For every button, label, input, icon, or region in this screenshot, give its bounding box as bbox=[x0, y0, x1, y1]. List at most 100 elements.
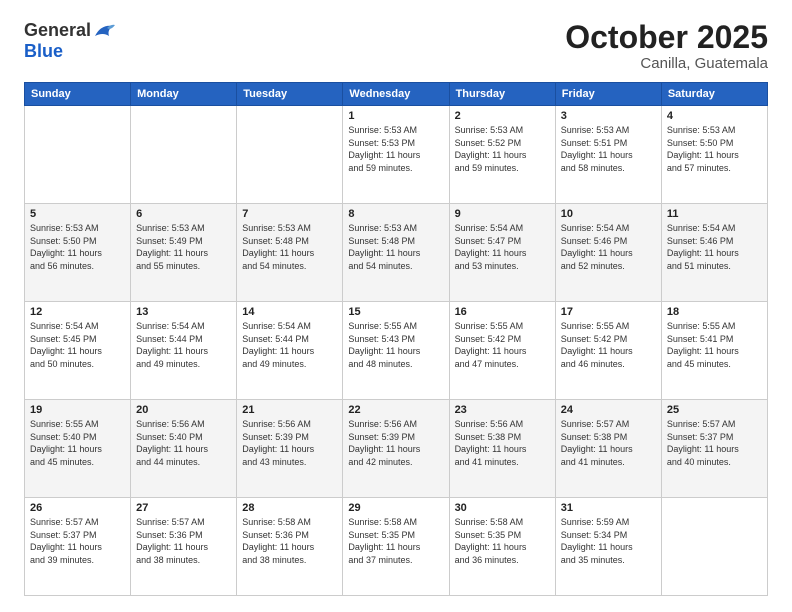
calendar-cell: 12 Sunrise: 5:54 AM Sunset: 5:45 PM Dayli… bbox=[25, 302, 131, 400]
day-number: 1 bbox=[348, 110, 443, 122]
calendar-table: Sunday Monday Tuesday Wednesday Thursday… bbox=[24, 82, 768, 596]
month-title: October 2025 bbox=[565, 20, 768, 55]
calendar-cell: 30Sunrise: 5:58 AM Sunset: 5:35 PM Dayli… bbox=[449, 498, 555, 596]
day-info: Sunrise: 5:54 AM Sunset: 5:44 PM Dayligh… bbox=[242, 320, 337, 370]
day-info: Sunrise: 5:56 AM Sunset: 5:40 PM Dayligh… bbox=[136, 418, 231, 468]
day-number: 12 bbox=[30, 306, 125, 318]
calendar-cell bbox=[25, 106, 131, 204]
day-number: 11 bbox=[667, 208, 762, 220]
day-number: 3 bbox=[561, 110, 656, 122]
calendar-cell: 11Sunrise: 5:54 AM Sunset: 5:46 PM Dayli… bbox=[661, 204, 767, 302]
day-number: 30 bbox=[455, 502, 550, 514]
calendar-cell: 2 Sunrise: 5:53 AM Sunset: 5:52 PM Daylig… bbox=[449, 106, 555, 204]
day-number: 5 bbox=[30, 208, 125, 220]
calendar-cell: 16 Sunrise: 5:55 AM Sunset: 5:42 PM Dayli… bbox=[449, 302, 555, 400]
header-monday: Monday bbox=[131, 83, 237, 106]
day-info: Sunrise: 5:53 AM Sunset: 5:51 PM Dayligh… bbox=[561, 124, 656, 174]
day-number: 27 bbox=[136, 502, 231, 514]
day-info: Sunrise: 5:56 AM Sunset: 5:38 PM Dayligh… bbox=[455, 418, 550, 468]
page: General Blue October 2025 Canilla, Guate… bbox=[0, 0, 792, 612]
calendar-cell: 20 Sunrise: 5:56 AM Sunset: 5:40 PM Dayli… bbox=[131, 400, 237, 498]
header-sunday: Sunday bbox=[25, 83, 131, 106]
day-info: Sunrise: 5:53 AM Sunset: 5:48 PM Dayligh… bbox=[242, 222, 337, 272]
day-number: 29 bbox=[348, 502, 443, 514]
day-info: Sunrise: 5:59 AM Sunset: 5:34 PM Dayligh… bbox=[561, 516, 656, 566]
calendar-week-row: 5 Sunrise: 5:53 AM Sunset: 5:50 PM Daylig… bbox=[25, 204, 768, 302]
day-number: 9 bbox=[455, 208, 550, 220]
day-number: 2 bbox=[455, 110, 550, 122]
calendar-cell: 23 Sunrise: 5:56 AM Sunset: 5:38 PM Dayli… bbox=[449, 400, 555, 498]
day-number: 18 bbox=[667, 306, 762, 318]
calendar-cell: 22 Sunrise: 5:56 AM Sunset: 5:39 PM Dayli… bbox=[343, 400, 449, 498]
header-tuesday: Tuesday bbox=[237, 83, 343, 106]
day-number: 25 bbox=[667, 404, 762, 416]
day-number: 17 bbox=[561, 306, 656, 318]
day-info: Sunrise: 5:56 AM Sunset: 5:39 PM Dayligh… bbox=[348, 418, 443, 468]
calendar-cell: 21 Sunrise: 5:56 AM Sunset: 5:39 PM Dayli… bbox=[237, 400, 343, 498]
header: General Blue October 2025 Canilla, Guate… bbox=[24, 20, 768, 72]
day-info: Sunrise: 5:53 AM Sunset: 5:49 PM Dayligh… bbox=[136, 222, 231, 272]
day-info: Sunrise: 5:57 AM Sunset: 5:37 PM Dayligh… bbox=[30, 516, 125, 566]
day-info: Sunrise: 5:54 AM Sunset: 5:47 PM Dayligh… bbox=[455, 222, 550, 272]
calendar-cell: 8 Sunrise: 5:53 AM Sunset: 5:48 PM Daylig… bbox=[343, 204, 449, 302]
day-info: Sunrise: 5:57 AM Sunset: 5:37 PM Dayligh… bbox=[667, 418, 762, 468]
day-number: 13 bbox=[136, 306, 231, 318]
day-number: 15 bbox=[348, 306, 443, 318]
day-info: Sunrise: 5:54 AM Sunset: 5:44 PM Dayligh… bbox=[136, 320, 231, 370]
day-number: 22 bbox=[348, 404, 443, 416]
day-info: Sunrise: 5:53 AM Sunset: 5:53 PM Dayligh… bbox=[348, 124, 443, 174]
day-number: 7 bbox=[242, 208, 337, 220]
calendar-cell bbox=[661, 498, 767, 596]
day-number: 26 bbox=[30, 502, 125, 514]
calendar-cell: 3 Sunrise: 5:53 AM Sunset: 5:51 PM Daylig… bbox=[555, 106, 661, 204]
calendar-cell bbox=[131, 106, 237, 204]
day-info: Sunrise: 5:54 AM Sunset: 5:45 PM Dayligh… bbox=[30, 320, 125, 370]
day-number: 24 bbox=[561, 404, 656, 416]
day-info: Sunrise: 5:57 AM Sunset: 5:38 PM Dayligh… bbox=[561, 418, 656, 468]
day-info: Sunrise: 5:55 AM Sunset: 5:41 PM Dayligh… bbox=[667, 320, 762, 370]
day-number: 21 bbox=[242, 404, 337, 416]
day-info: Sunrise: 5:55 AM Sunset: 5:42 PM Dayligh… bbox=[561, 320, 656, 370]
calendar-cell: 26 Sunrise: 5:57 AM Sunset: 5:37 PM Dayli… bbox=[25, 498, 131, 596]
calendar-week-row: 12 Sunrise: 5:54 AM Sunset: 5:45 PM Dayli… bbox=[25, 302, 768, 400]
header-saturday: Saturday bbox=[661, 83, 767, 106]
header-thursday: Thursday bbox=[449, 83, 555, 106]
calendar-cell bbox=[237, 106, 343, 204]
day-info: Sunrise: 5:53 AM Sunset: 5:48 PM Dayligh… bbox=[348, 222, 443, 272]
day-info: Sunrise: 5:58 AM Sunset: 5:35 PM Dayligh… bbox=[348, 516, 443, 566]
calendar-cell: 28Sunrise: 5:58 AM Sunset: 5:36 PM Dayli… bbox=[237, 498, 343, 596]
day-number: 16 bbox=[455, 306, 550, 318]
day-number: 20 bbox=[136, 404, 231, 416]
day-number: 10 bbox=[561, 208, 656, 220]
calendar-cell: 25 Sunrise: 5:57 AM Sunset: 5:37 PM Dayli… bbox=[661, 400, 767, 498]
calendar-cell: 24 Sunrise: 5:57 AM Sunset: 5:38 PM Dayli… bbox=[555, 400, 661, 498]
day-number: 19 bbox=[30, 404, 125, 416]
logo-blue-text: Blue bbox=[24, 41, 63, 62]
header-wednesday: Wednesday bbox=[343, 83, 449, 106]
logo: General Blue bbox=[24, 20, 115, 62]
calendar-cell: 27Sunrise: 5:57 AM Sunset: 5:36 PM Dayli… bbox=[131, 498, 237, 596]
day-info: Sunrise: 5:56 AM Sunset: 5:39 PM Dayligh… bbox=[242, 418, 337, 468]
calendar-cell: 13 Sunrise: 5:54 AM Sunset: 5:44 PM Dayli… bbox=[131, 302, 237, 400]
day-info: Sunrise: 5:55 AM Sunset: 5:42 PM Dayligh… bbox=[455, 320, 550, 370]
day-number: 31 bbox=[561, 502, 656, 514]
day-info: Sunrise: 5:55 AM Sunset: 5:43 PM Dayligh… bbox=[348, 320, 443, 370]
header-friday: Friday bbox=[555, 83, 661, 106]
day-number: 23 bbox=[455, 404, 550, 416]
day-info: Sunrise: 5:54 AM Sunset: 5:46 PM Dayligh… bbox=[561, 222, 656, 272]
day-info: Sunrise: 5:53 AM Sunset: 5:52 PM Dayligh… bbox=[455, 124, 550, 174]
day-info: Sunrise: 5:53 AM Sunset: 5:50 PM Dayligh… bbox=[30, 222, 125, 272]
calendar-cell: 14 Sunrise: 5:54 AM Sunset: 5:44 PM Dayli… bbox=[237, 302, 343, 400]
day-number: 14 bbox=[242, 306, 337, 318]
calendar-cell: 1 Sunrise: 5:53 AM Sunset: 5:53 PM Daylig… bbox=[343, 106, 449, 204]
calendar-cell: 6 Sunrise: 5:53 AM Sunset: 5:49 PM Daylig… bbox=[131, 204, 237, 302]
day-number: 6 bbox=[136, 208, 231, 220]
calendar-week-row: 1 Sunrise: 5:53 AM Sunset: 5:53 PM Daylig… bbox=[25, 106, 768, 204]
location-subtitle: Canilla, Guatemala bbox=[565, 55, 768, 72]
day-number: 8 bbox=[348, 208, 443, 220]
day-info: Sunrise: 5:58 AM Sunset: 5:36 PM Dayligh… bbox=[242, 516, 337, 566]
calendar-cell: 31 Sunrise: 5:59 AM Sunset: 5:34 PM Dayli… bbox=[555, 498, 661, 596]
calendar-cell: 17 Sunrise: 5:55 AM Sunset: 5:42 PM Dayli… bbox=[555, 302, 661, 400]
calendar-header-row: Sunday Monday Tuesday Wednesday Thursday… bbox=[25, 83, 768, 106]
calendar-cell: 29 Sunrise: 5:58 AM Sunset: 5:35 PM Dayli… bbox=[343, 498, 449, 596]
